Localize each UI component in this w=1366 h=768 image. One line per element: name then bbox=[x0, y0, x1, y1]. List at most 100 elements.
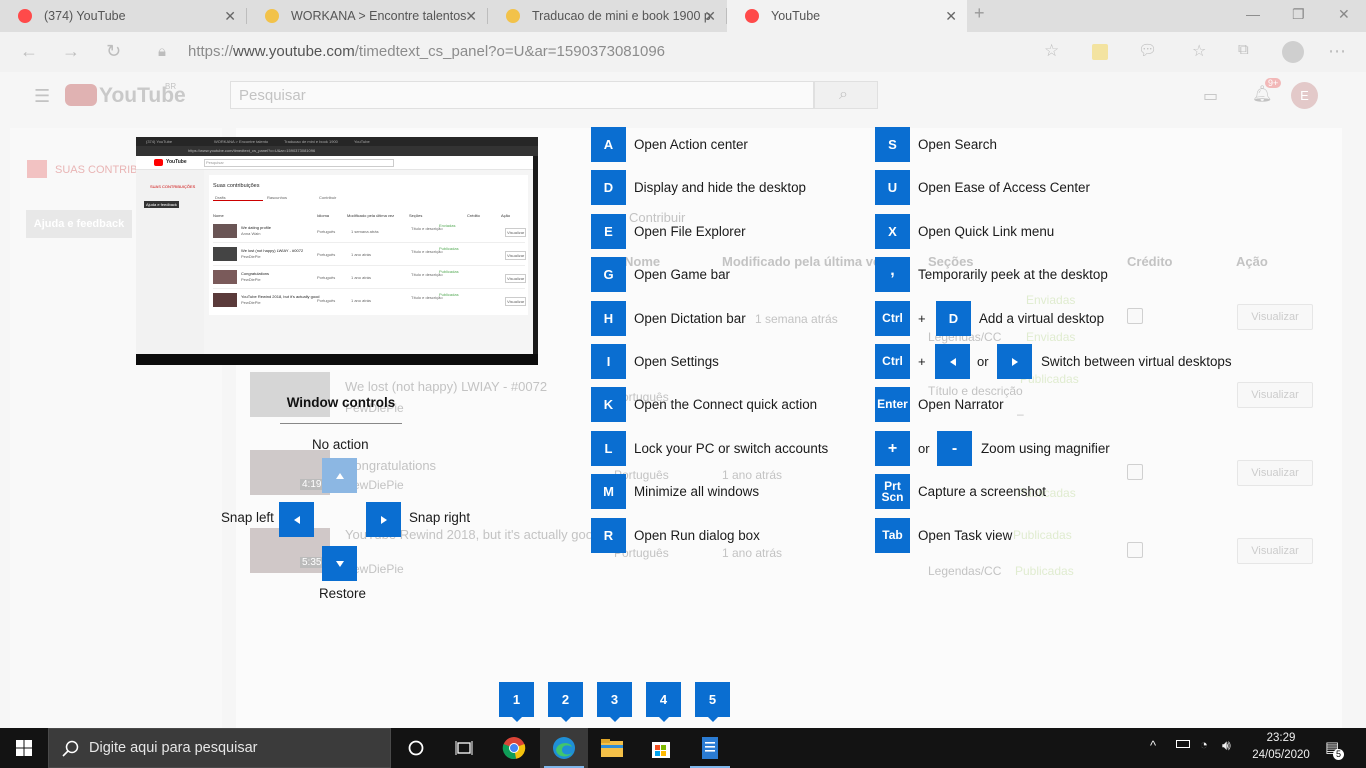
arrow-right-icon bbox=[380, 515, 387, 524]
collections-icon[interactable]: ⧉ bbox=[1238, 41, 1249, 58]
profile-avatar[interactable] bbox=[1282, 41, 1304, 63]
shortcut-label: Switch between virtual desktops bbox=[1041, 354, 1232, 369]
preview-tab: YouTube bbox=[354, 139, 370, 144]
row-view-button[interactable]: Visualizar bbox=[1237, 304, 1313, 330]
new-tab-icon[interactable]: + bbox=[974, 3, 985, 24]
create-video-icon[interactable]: ▭ bbox=[1203, 86, 1218, 106]
shortcut-key-d: D bbox=[591, 170, 626, 205]
row-credit-checkbox[interactable] bbox=[1127, 308, 1143, 324]
close-tab-icon[interactable]: ✕ bbox=[465, 8, 477, 25]
close-tab-icon[interactable]: ✕ bbox=[704, 8, 716, 25]
row-status-2: Publicadas bbox=[1015, 564, 1074, 578]
extension-icon[interactable] bbox=[1092, 44, 1108, 60]
notification-count-badge: 5 bbox=[1333, 749, 1344, 760]
shortcut-key-ctrl: Ctrl bbox=[875, 344, 910, 379]
plus-sign: + bbox=[918, 354, 926, 369]
show-hidden-icons-icon[interactable]: ^ bbox=[1150, 738, 1156, 753]
preview-col: Seções bbox=[409, 213, 423, 218]
close-tab-icon[interactable]: ✕ bbox=[224, 8, 236, 25]
edge-icon bbox=[553, 737, 575, 759]
shortcut-key-enter: Enter bbox=[875, 387, 910, 422]
browser-tab-3[interactable]: Traducao de mini e book 1900 p ✕ bbox=[488, 0, 726, 32]
preview-sidebar-title: SUAS CONTRIBUIÇÕES bbox=[150, 184, 196, 189]
preview-tab-bar: (374) YouTube WORKANA > Encontre talento… bbox=[136, 137, 538, 146]
tab-contribute[interactable]: Contribuir bbox=[629, 210, 685, 225]
row-title[interactable]: Congratulations bbox=[345, 458, 436, 473]
number-key-5: 5 bbox=[695, 682, 730, 722]
edge-taskbar-button[interactable] bbox=[540, 728, 588, 768]
video-duration: 5:35 bbox=[300, 557, 324, 568]
clock-time[interactable]: 23:29 bbox=[1256, 732, 1306, 744]
maximize-icon[interactable]: ❐ bbox=[1292, 6, 1305, 23]
menu-icon[interactable]: ☰ bbox=[34, 86, 50, 107]
shortcut-label: Open Quick Link menu bbox=[918, 224, 1055, 239]
search-placeholder: Pesquisar bbox=[239, 87, 306, 104]
chat-extension-icon[interactable]: 💬︎ bbox=[1138, 41, 1157, 59]
shortcut-key-h: H bbox=[591, 301, 626, 336]
account-avatar[interactable]: E bbox=[1291, 82, 1318, 109]
preview-row-status: Publicadas bbox=[439, 292, 459, 297]
preview-row: YouTube Rewind 2018, but it's actually g… bbox=[213, 290, 527, 312]
chrome-favicon-icon bbox=[265, 9, 279, 23]
youtube-logo-icon[interactable] bbox=[65, 84, 97, 106]
or-text: or bbox=[918, 441, 930, 456]
back-icon[interactable]: ← bbox=[20, 41, 38, 62]
forward-icon[interactable]: → bbox=[62, 41, 80, 62]
lock-icon: 🔒︎ bbox=[158, 43, 166, 60]
volume-icon[interactable]: 🔊︎ bbox=[1222, 737, 1231, 754]
browser-tab-1[interactable]: (374) YouTube ✕ bbox=[0, 0, 246, 32]
row-title[interactable]: We lost (not happy) LWIAY - #0072 bbox=[345, 379, 547, 394]
battery-icon[interactable] bbox=[1176, 740, 1190, 748]
shortcut-key-minus: - bbox=[937, 431, 972, 466]
shortcut-key-plus: + bbox=[875, 431, 910, 466]
task-view-button[interactable] bbox=[440, 728, 488, 768]
close-tab-icon[interactable]: ✕ bbox=[945, 8, 957, 25]
shortcut-key-x: X bbox=[875, 214, 910, 249]
file-explorer-button[interactable] bbox=[588, 728, 636, 768]
favorites-icon[interactable]: ☆ bbox=[1192, 41, 1206, 61]
refresh-icon[interactable]: ↻ bbox=[106, 41, 121, 62]
arrow-left-icon bbox=[949, 357, 956, 366]
browser-tab-4[interactable]: YouTube ✕ bbox=[727, 0, 967, 32]
preview-search: Pesquisar bbox=[206, 160, 224, 165]
row-view-button[interactable]: Visualizar bbox=[1237, 382, 1313, 408]
help-feedback-button[interactable]: Ajuda e feedback bbox=[26, 210, 132, 238]
search-icon: ⌕ bbox=[839, 86, 848, 103]
taskbar-search-input[interactable]: Digite aqui para pesquisar bbox=[48, 728, 391, 768]
arrow-left-key bbox=[935, 344, 970, 379]
favorite-star-icon[interactable]: ☆ bbox=[1044, 41, 1059, 61]
notepad-taskbar-button[interactable] bbox=[686, 728, 734, 768]
number-key-2: 2 bbox=[548, 682, 583, 722]
minimize-icon[interactable]: — bbox=[1246, 6, 1260, 22]
row-credit-checkbox[interactable] bbox=[1127, 542, 1143, 558]
preview-row-channel: PewDiePie bbox=[241, 254, 261, 259]
shortcut-key-ctrl: Ctrl bbox=[875, 301, 910, 336]
arrow-left-key bbox=[279, 502, 314, 537]
clock-date[interactable]: 24/05/2020 bbox=[1246, 749, 1316, 761]
chrome-taskbar-button[interactable] bbox=[490, 728, 538, 768]
plus-sign: + bbox=[918, 311, 926, 326]
url-field[interactable]: https://www.youtube.com/timedtext_cs_pan… bbox=[188, 43, 665, 60]
arrow-down-icon bbox=[335, 560, 344, 567]
youtube-search-button[interactable]: ⌕ bbox=[814, 81, 878, 109]
preview-row-channel: PewDiePie bbox=[241, 300, 261, 305]
or-text: or bbox=[977, 354, 989, 369]
wifi-icon[interactable]: ◔ bbox=[1200, 737, 1208, 752]
start-button[interactable] bbox=[0, 728, 48, 768]
row-credit-checkbox[interactable] bbox=[1127, 464, 1143, 480]
shortcut-label: Zoom using magnifier bbox=[981, 441, 1110, 456]
preview-row-status: Publicadas bbox=[439, 246, 459, 251]
preview-row-action: Visualizar bbox=[505, 297, 527, 306]
preview-row-sec: Título e descrição bbox=[411, 272, 443, 277]
preview-col: Modificado pela última vez bbox=[347, 213, 395, 218]
window-preview[interactable]: (374) YouTube WORKANA > Encontre talento… bbox=[136, 137, 538, 365]
col-modified: Modificado pela última vez bbox=[722, 254, 887, 269]
store-taskbar-button[interactable] bbox=[637, 728, 685, 768]
browser-tab-2[interactable]: WORKANA > Encontre talentos ✕ bbox=[247, 0, 487, 32]
cortana-button[interactable] bbox=[392, 728, 440, 768]
close-window-icon[interactable]: ✕ bbox=[1338, 6, 1350, 23]
row-view-button[interactable]: Visualizar bbox=[1237, 460, 1313, 486]
row-view-button[interactable]: Visualizar bbox=[1237, 538, 1313, 564]
youtube-search-input[interactable]: Pesquisar bbox=[230, 81, 814, 109]
settings-more-icon[interactable]: ⋯ bbox=[1328, 41, 1346, 62]
